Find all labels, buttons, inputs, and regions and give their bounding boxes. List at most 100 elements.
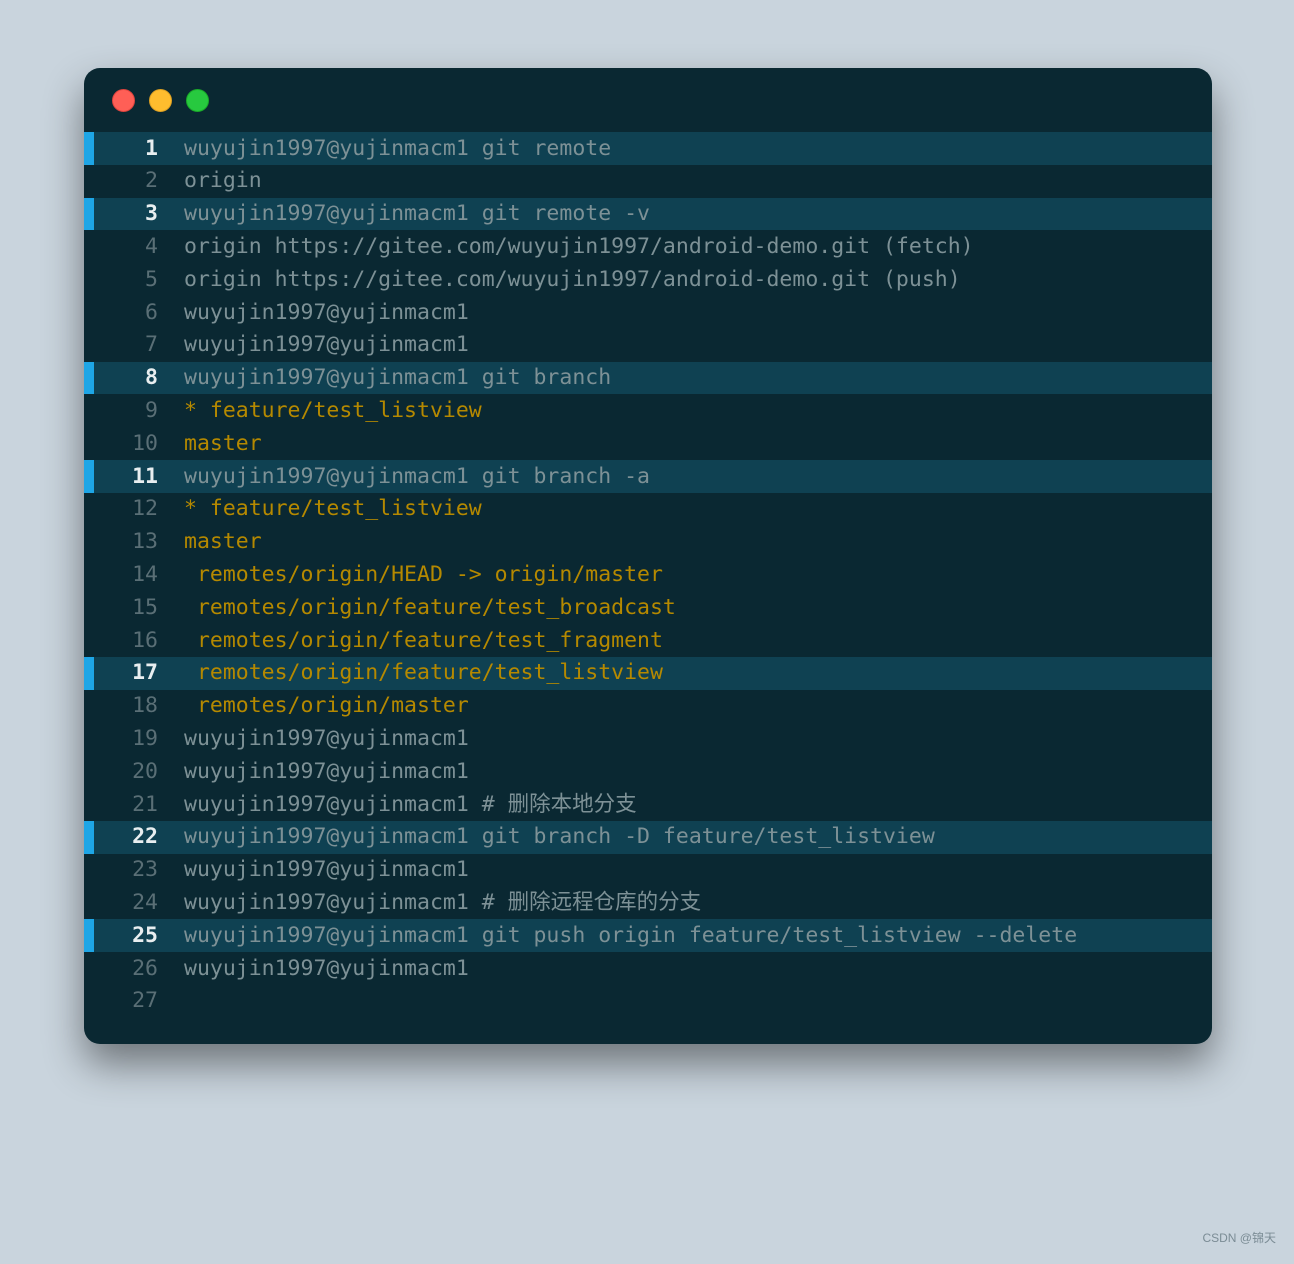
line-number: 10 xyxy=(94,427,174,460)
code-line[interactable]: 7wuyujin1997@yujinmacm1 xyxy=(84,329,1212,362)
code-line[interactable]: 2origin xyxy=(84,165,1212,198)
line-number: 13 xyxy=(94,526,174,559)
line-marker xyxy=(84,821,94,854)
code-line[interactable]: 18 remotes/origin/master xyxy=(84,690,1212,723)
line-content: origin https://gitee.com/wuyujin1997/and… xyxy=(174,263,1212,296)
line-number: 22 xyxy=(94,821,174,854)
line-content: origin xyxy=(174,165,1212,198)
code-line[interactable]: 9* feature/test_listview xyxy=(84,394,1212,427)
line-content: master xyxy=(174,427,1212,460)
line-content: remotes/origin/feature/test_listview xyxy=(174,657,1212,690)
line-content: wuyujin1997@yujinmacm1 git branch xyxy=(174,362,1212,395)
line-number: 25 xyxy=(94,919,174,952)
line-content: wuyujin1997@yujinmacm1 xyxy=(174,722,1212,755)
line-number: 27 xyxy=(94,985,174,1018)
code-line[interactable]: 26wuyujin1997@yujinmacm1 xyxy=(84,952,1212,985)
window-titlebar xyxy=(84,68,1212,132)
line-number: 26 xyxy=(94,952,174,985)
line-marker xyxy=(84,624,94,657)
code-line[interactable]: 15 remotes/origin/feature/test_broadcast xyxy=(84,591,1212,624)
line-marker xyxy=(84,198,94,231)
code-line[interactable]: 6wuyujin1997@yujinmacm1 xyxy=(84,296,1212,329)
line-marker xyxy=(84,132,94,165)
line-number: 24 xyxy=(94,886,174,919)
line-content: wuyujin1997@yujinmacm1 xyxy=(174,296,1212,329)
line-marker xyxy=(84,460,94,493)
code-line[interactable]: 25wuyujin1997@yujinmacm1 git push origin… xyxy=(84,919,1212,952)
window-minimize-button[interactable] xyxy=(149,89,172,112)
terminal-window: 1wuyujin1997@yujinmacm1 git remote2origi… xyxy=(84,68,1212,1044)
code-line[interactable]: 13master xyxy=(84,526,1212,559)
line-content: wuyujin1997@yujinmacm1 git remote xyxy=(174,132,1212,165)
line-marker xyxy=(84,985,94,1018)
code-line[interactable]: 12* feature/test_listview xyxy=(84,493,1212,526)
line-number: 18 xyxy=(94,690,174,723)
line-number: 23 xyxy=(94,854,174,887)
line-marker xyxy=(84,526,94,559)
code-line[interactable]: 8wuyujin1997@yujinmacm1 git branch xyxy=(84,362,1212,395)
line-content: master xyxy=(174,526,1212,559)
line-content: wuyujin1997@yujinmacm1 xyxy=(174,952,1212,985)
line-marker xyxy=(84,755,94,788)
line-marker xyxy=(84,722,94,755)
line-marker xyxy=(84,854,94,887)
line-marker xyxy=(84,165,94,198)
code-line[interactable]: 21wuyujin1997@yujinmacm1 # 删除本地分支 xyxy=(84,788,1212,821)
code-line[interactable]: 5origin https://gitee.com/wuyujin1997/an… xyxy=(84,263,1212,296)
code-line[interactable]: 19wuyujin1997@yujinmacm1 xyxy=(84,722,1212,755)
code-line[interactable]: 1wuyujin1997@yujinmacm1 git remote xyxy=(84,132,1212,165)
line-marker xyxy=(84,788,94,821)
line-number: 12 xyxy=(94,493,174,526)
code-line[interactable]: 22wuyujin1997@yujinmacm1 git branch -D f… xyxy=(84,821,1212,854)
line-marker xyxy=(84,886,94,919)
line-number: 21 xyxy=(94,788,174,821)
line-content: wuyujin1997@yujinmacm1 git remote -v xyxy=(174,198,1212,231)
line-content: wuyujin1997@yujinmacm1 git branch -D fea… xyxy=(174,821,1212,854)
line-marker xyxy=(84,591,94,624)
line-number: 16 xyxy=(94,624,174,657)
window-maximize-button[interactable] xyxy=(186,89,209,112)
line-marker xyxy=(84,657,94,690)
code-line[interactable]: 23wuyujin1997@yujinmacm1 xyxy=(84,854,1212,887)
line-number: 8 xyxy=(94,362,174,395)
line-number: 5 xyxy=(94,263,174,296)
line-content: * feature/test_listview xyxy=(174,493,1212,526)
line-content xyxy=(174,985,1212,1018)
line-number: 17 xyxy=(94,657,174,690)
code-line[interactable]: 4origin https://gitee.com/wuyujin1997/an… xyxy=(84,230,1212,263)
line-marker xyxy=(84,427,94,460)
line-number: 4 xyxy=(94,230,174,263)
line-content: wuyujin1997@yujinmacm1 xyxy=(174,755,1212,788)
line-marker xyxy=(84,394,94,427)
code-line[interactable]: 17 remotes/origin/feature/test_listview xyxy=(84,657,1212,690)
line-number: 15 xyxy=(94,591,174,624)
line-content: wuyujin1997@yujinmacm1 git branch -a xyxy=(174,460,1212,493)
code-editor[interactable]: 1wuyujin1997@yujinmacm1 git remote2origi… xyxy=(84,132,1212,1044)
line-content: wuyujin1997@yujinmacm1 git push origin f… xyxy=(174,919,1212,952)
code-line[interactable]: 16 remotes/origin/feature/test_fragment xyxy=(84,624,1212,657)
line-marker xyxy=(84,690,94,723)
line-marker xyxy=(84,493,94,526)
line-number: 9 xyxy=(94,394,174,427)
code-line[interactable]: 20wuyujin1997@yujinmacm1 xyxy=(84,755,1212,788)
code-line[interactable]: 27 xyxy=(84,985,1212,1018)
line-content: remotes/origin/feature/test_broadcast xyxy=(174,591,1212,624)
line-content: remotes/origin/HEAD -> origin/master xyxy=(174,558,1212,591)
line-content: remotes/origin/master xyxy=(174,690,1212,723)
line-marker xyxy=(84,952,94,985)
line-content: wuyujin1997@yujinmacm1 xyxy=(174,329,1212,362)
line-number: 7 xyxy=(94,329,174,362)
line-content: * feature/test_listview xyxy=(174,394,1212,427)
code-line[interactable]: 14 remotes/origin/HEAD -> origin/master xyxy=(84,558,1212,591)
code-line[interactable]: 11wuyujin1997@yujinmacm1 git branch -a xyxy=(84,460,1212,493)
code-line[interactable]: 24wuyujin1997@yujinmacm1 # 删除远程仓库的分支 xyxy=(84,886,1212,919)
window-close-button[interactable] xyxy=(112,89,135,112)
code-line[interactable]: 10master xyxy=(84,427,1212,460)
line-marker xyxy=(84,329,94,362)
line-number: 14 xyxy=(94,558,174,591)
line-number: 11 xyxy=(94,460,174,493)
line-content: wuyujin1997@yujinmacm1 # 删除本地分支 xyxy=(174,788,1212,821)
code-line[interactable]: 3wuyujin1997@yujinmacm1 git remote -v xyxy=(84,198,1212,231)
line-content: remotes/origin/feature/test_fragment xyxy=(174,624,1212,657)
line-content: origin https://gitee.com/wuyujin1997/and… xyxy=(174,230,1212,263)
